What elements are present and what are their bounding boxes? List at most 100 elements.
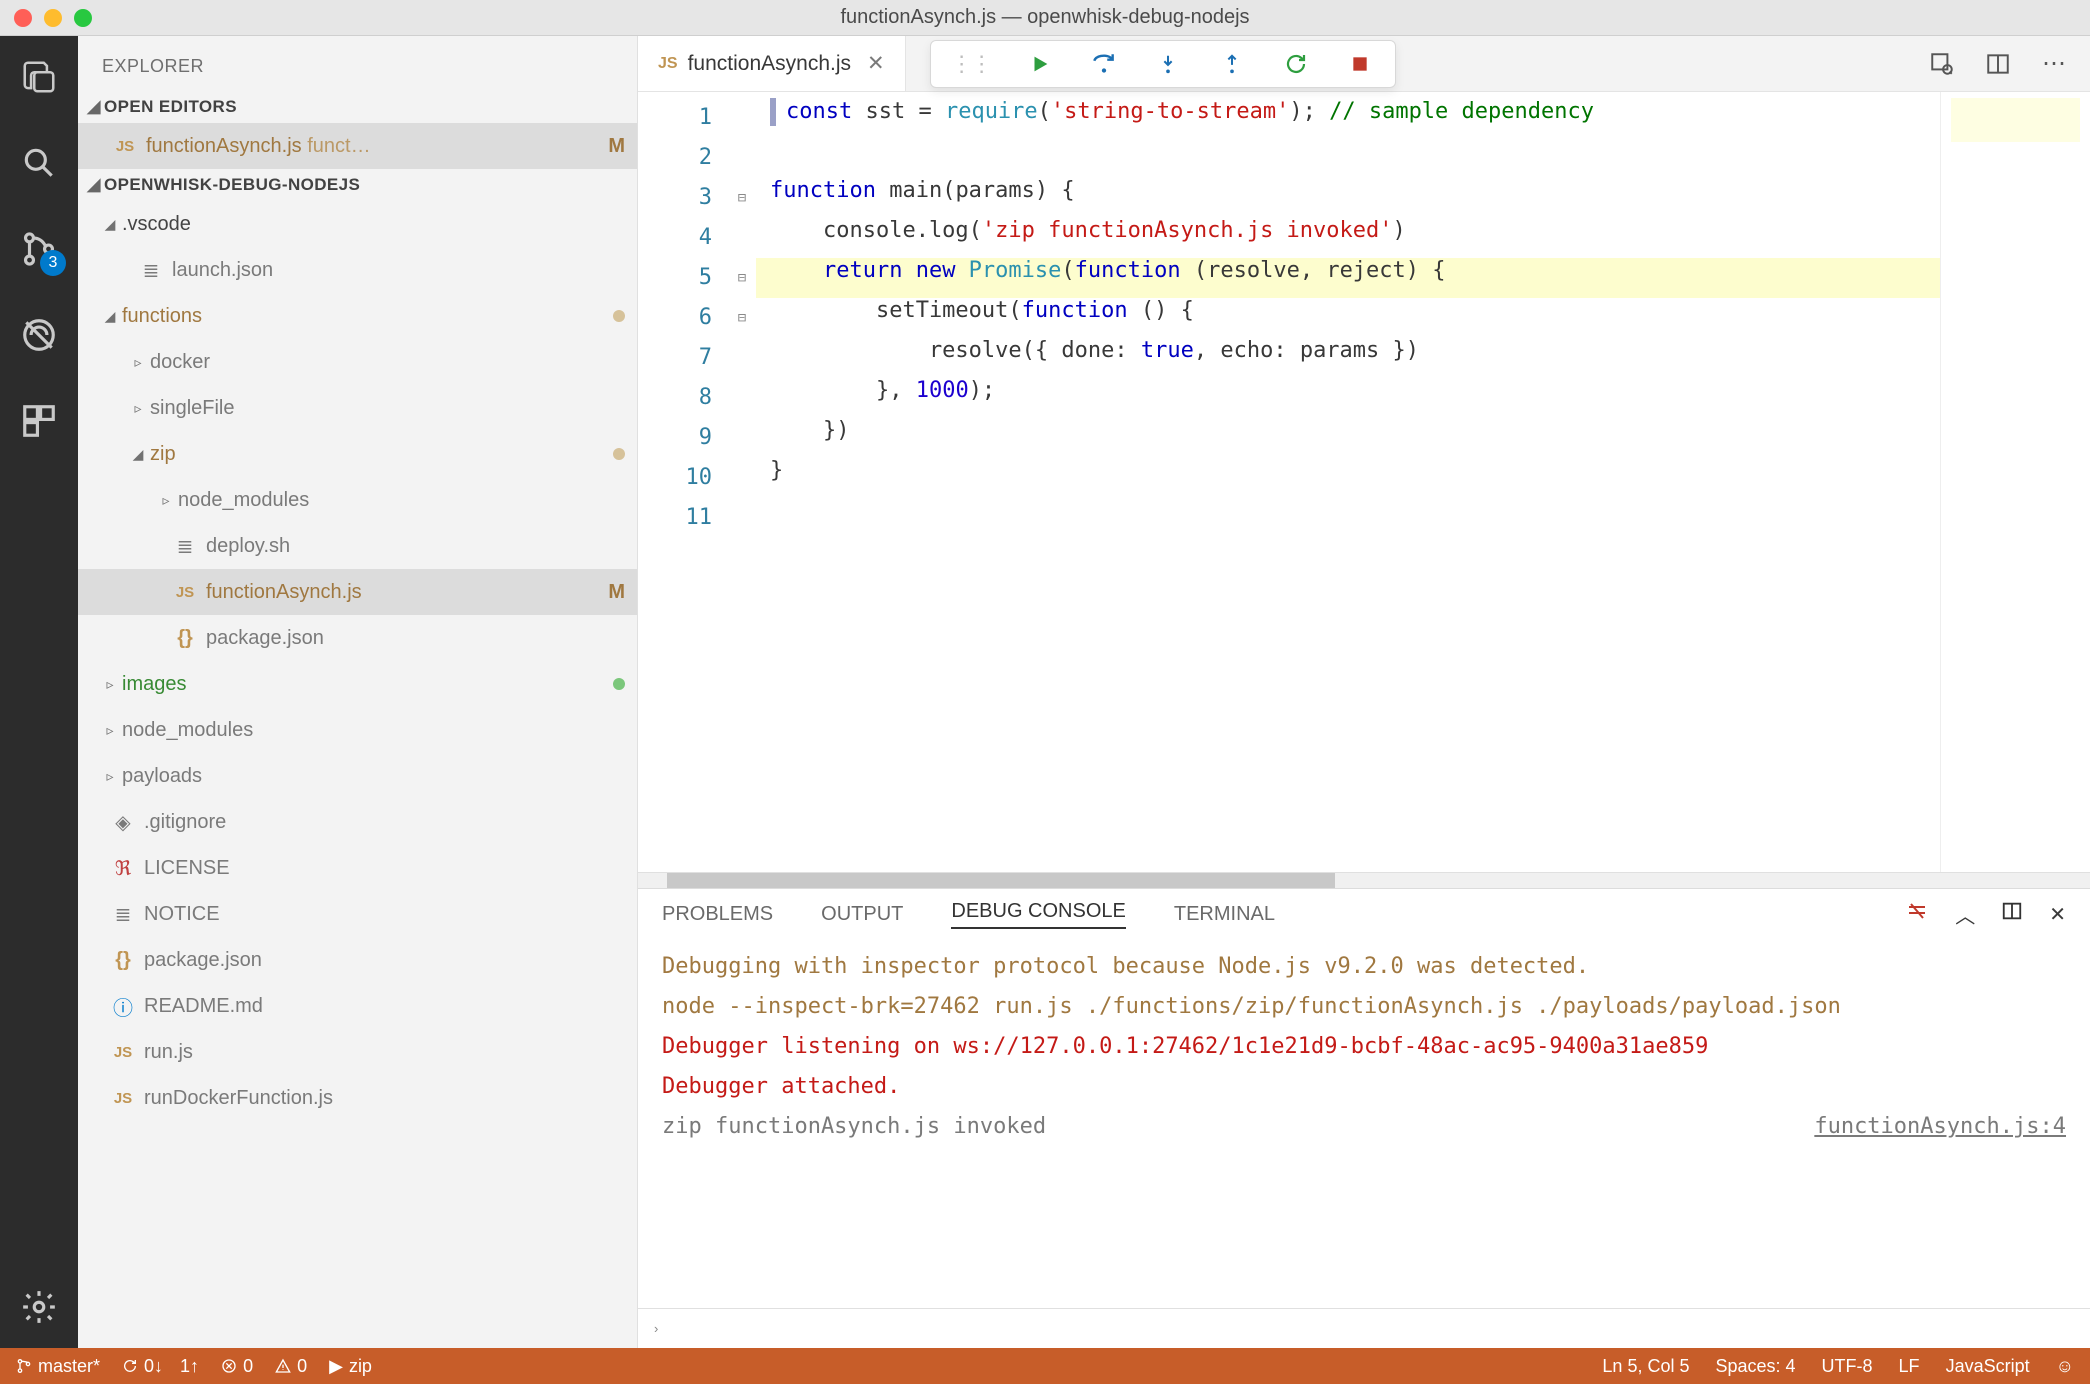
eol-status[interactable]: LF — [1899, 1356, 1920, 1377]
step-over-button[interactable] — [1089, 49, 1119, 79]
git-branch-status[interactable]: master* — [16, 1356, 100, 1377]
bottom-panel: PROBLEMS OUTPUT DEBUG CONSOLE TERMINAL ︿… — [638, 888, 2090, 1348]
errors-status[interactable]: 0 — [221, 1356, 253, 1377]
line-number-gutter: 1 2 3 4 5 6 7 8 9 10 11 — [638, 92, 728, 872]
js-file-icon: JS — [658, 55, 678, 73]
explorer-icon[interactable] — [18, 56, 60, 98]
debug-toolbar[interactable]: ⋮⋮ — [930, 40, 1396, 88]
git-file-icon: ◈ — [110, 810, 136, 835]
file-icon: ≣ — [138, 258, 164, 283]
clear-console-icon[interactable] — [1905, 899, 1929, 929]
settings-gear-icon[interactable] — [18, 1286, 60, 1328]
file-readme[interactable]: ⓘREADME.md — [78, 983, 637, 1029]
step-into-button[interactable] — [1153, 49, 1183, 79]
folder-functions[interactable]: ◢functions — [78, 293, 637, 339]
open-editor-item[interactable]: JS functionAsynch.js funct… M — [78, 123, 637, 169]
more-actions-icon[interactable]: ⋯ — [2040, 50, 2068, 78]
status-bar: master* 0↓ 1↑ 0 0 ▶ zip Ln 5, Col 5 Spac… — [0, 1348, 2090, 1384]
continue-button[interactable] — [1025, 49, 1055, 79]
extensions-icon[interactable] — [18, 400, 60, 442]
scm-badge: 3 — [40, 250, 66, 276]
file-notice[interactable]: ≣NOTICE — [78, 891, 637, 937]
file-run-js[interactable]: JSrun.js — [78, 1029, 637, 1075]
project-section[interactable]: ◢ OPENWHISK-DEBUG-NODEJS — [78, 169, 637, 201]
code-editor[interactable]: 1 2 3 4 5 6 7 8 9 10 11 ⊟ ⊟ ⊟ con — [638, 92, 2090, 872]
folder-node-modules-zip[interactable]: ▹node_modules — [78, 477, 637, 523]
folder-node-modules-root[interactable]: ▹node_modules — [78, 707, 637, 753]
open-editors-label: OPEN EDITORS — [104, 97, 237, 117]
split-editor-icon[interactable] — [1984, 50, 2012, 78]
cursor-position[interactable]: Ln 5, Col 5 — [1602, 1356, 1689, 1377]
search-icon[interactable] — [18, 142, 60, 184]
git-status-m: M — [602, 135, 625, 158]
folder-zip[interactable]: ◢zip — [78, 431, 637, 477]
js-file-icon: JS — [112, 138, 138, 155]
folder-payloads[interactable]: ▹payloads — [78, 753, 637, 799]
activity-bar: 3 — [0, 36, 78, 1348]
prompt-icon: › — [654, 1321, 658, 1336]
folder-docker[interactable]: ▹docker — [78, 339, 637, 385]
file-package-json-root[interactable]: {}package.json — [78, 937, 637, 983]
collapse-panel-icon[interactable]: ︿ — [1955, 900, 1975, 929]
window-titlebar: functionAsynch.js — openwhisk-debug-node… — [0, 0, 2090, 36]
file-tree: ◢.vscode ≣launch.json ◢functions ▹docker… — [78, 201, 637, 1121]
debug-icon[interactable] — [18, 314, 60, 356]
json-braces-icon: {} — [172, 627, 198, 650]
json-braces-icon: {} — [110, 949, 136, 972]
file-gitignore[interactable]: ◈.gitignore — [78, 799, 637, 845]
fold-icon[interactable]: ⊟ — [728, 258, 756, 298]
file-license[interactable]: ℜLICENSE — [78, 845, 637, 891]
window-title: functionAsynch.js — openwhisk-debug-node… — [0, 6, 2090, 29]
tab-problems[interactable]: PROBLEMS — [662, 903, 773, 926]
tab-output[interactable]: OUTPUT — [821, 903, 903, 926]
folder-singlefile[interactable]: ▹singleFile — [78, 385, 637, 431]
find-references-icon[interactable] — [1928, 50, 1956, 78]
folder-images[interactable]: ▹images — [78, 661, 637, 707]
drag-grip-icon[interactable]: ⋮⋮ — [951, 51, 991, 77]
horizontal-scrollbar[interactable] — [638, 872, 2090, 888]
license-icon: ℜ — [110, 856, 136, 881]
sync-status[interactable]: 0↓ 1↑ — [122, 1356, 199, 1377]
open-editors-section[interactable]: ◢ OPEN EDITORS — [78, 91, 637, 123]
restart-button[interactable] — [1281, 49, 1311, 79]
step-out-button[interactable] — [1217, 49, 1247, 79]
git-status-m: M — [602, 581, 625, 604]
code-lines[interactable]: const sst = require('string-to-stream');… — [756, 92, 1940, 872]
file-launch-json[interactable]: ≣launch.json — [78, 247, 637, 293]
file-package-json-zip[interactable]: {}package.json — [78, 615, 637, 661]
warnings-status[interactable]: 0 — [275, 1356, 307, 1377]
tab-terminal[interactable]: TERMINAL — [1174, 903, 1275, 926]
indentation-status[interactable]: Spaces: 4 — [1715, 1356, 1795, 1377]
language-mode[interactable]: JavaScript — [1946, 1356, 2030, 1377]
tab-functionasynch[interactable]: JS functionAsynch.js ✕ — [638, 36, 906, 91]
fold-gutter: ⊟ ⊟ ⊟ — [728, 92, 756, 872]
js-file-icon: JS — [172, 584, 198, 601]
tab-label: functionAsynch.js — [688, 52, 851, 76]
folder-vscode[interactable]: ◢.vscode — [78, 201, 637, 247]
close-panel-icon[interactable]: ✕ — [2049, 902, 2066, 927]
fold-icon[interactable]: ⊟ — [728, 298, 756, 338]
editor-area: JS functionAsynch.js ✕ ⋮⋮ ⋯ 1 — [638, 36, 2090, 1348]
panel-tabs: PROBLEMS OUTPUT DEBUG CONSOLE TERMINAL ︿… — [638, 889, 2090, 939]
js-file-icon: JS — [110, 1090, 136, 1107]
source-control-icon[interactable]: 3 — [18, 228, 60, 270]
explorer-sidebar: EXPLORER ◢ OPEN EDITORS JS functionAsync… — [78, 36, 638, 1348]
editor-tabs: JS functionAsynch.js ✕ ⋮⋮ ⋯ — [638, 36, 2090, 92]
file-deploy-sh[interactable]: ≣deploy.sh — [78, 523, 637, 569]
debug-console-input[interactable]: › — [638, 1308, 2090, 1348]
info-icon: ⓘ — [110, 992, 136, 1021]
source-link[interactable]: functionAsynch.js:4 — [1814, 1107, 2066, 1147]
encoding-status[interactable]: UTF-8 — [1822, 1356, 1873, 1377]
debug-target-status[interactable]: ▶ zip — [329, 1356, 372, 1377]
tab-debug-console[interactable]: DEBUG CONSOLE — [951, 900, 1125, 929]
fold-icon[interactable]: ⊟ — [728, 178, 756, 218]
minimap[interactable] — [1940, 92, 2090, 872]
file-rundocker-js[interactable]: JSrunDockerFunction.js — [78, 1075, 637, 1121]
feedback-smiley-icon[interactable]: ☺ — [2056, 1356, 2074, 1377]
stop-button[interactable] — [1345, 49, 1375, 79]
close-tab-icon[interactable]: ✕ — [867, 51, 885, 76]
debug-console-output[interactable]: Debugging with inspector protocol becaus… — [638, 939, 2090, 1308]
shell-file-icon: ≣ — [172, 534, 198, 559]
file-functionasynch-js[interactable]: JSfunctionAsynch.jsM — [78, 569, 637, 615]
maximize-panel-icon[interactable] — [2001, 900, 2023, 928]
